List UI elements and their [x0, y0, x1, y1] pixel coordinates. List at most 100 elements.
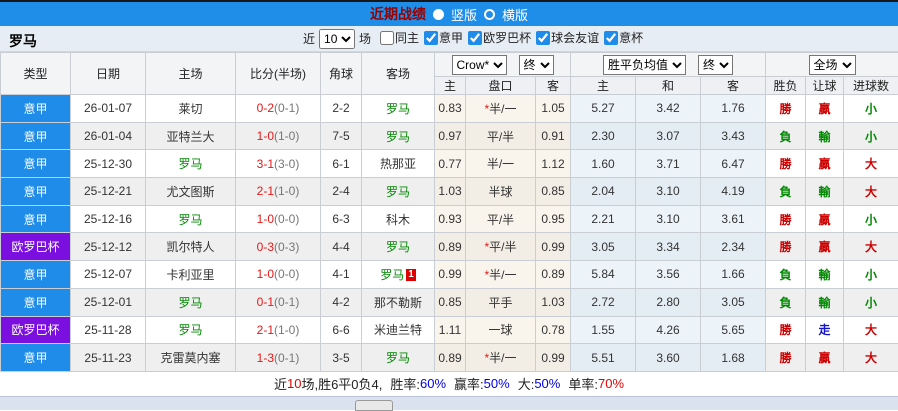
corner-cell: 2-4	[321, 178, 362, 206]
corner-cell: 4-2	[321, 288, 362, 316]
filter-checkbox-label: 欧罗巴杯	[483, 29, 531, 46]
handicap-result-cell: 走	[806, 316, 844, 344]
goals-cell: 小	[844, 205, 898, 233]
scope-header-group: 全场	[766, 53, 898, 77]
filter-checkbox-input-3[interactable]	[536, 31, 550, 45]
corner-cell: 2-2	[321, 95, 362, 123]
sub-header-odds-away: 客	[536, 77, 571, 95]
result-cell: 勝	[766, 150, 806, 178]
summary-big-rate: 50%	[534, 376, 560, 391]
table-row: 欧罗巴杯25-11-28罗马2-1(1-0)6-6米迪兰特1.11一球0.781…	[1, 316, 898, 344]
odds-away-cell: 0.85	[536, 178, 571, 206]
odds-away-cell: 1.12	[536, 150, 571, 178]
filter-bar: 罗马 近 10 场 同主意甲欧罗巴杯球会友谊意杯	[0, 26, 898, 52]
away-team-cell: 罗马	[362, 95, 435, 123]
away-team-cell: 罗马	[362, 233, 435, 261]
avg-draw-cell: 3.10	[636, 178, 701, 206]
avg-home-cell: 5.27	[571, 95, 636, 123]
odds-away-cell: 1.03	[536, 288, 571, 316]
vertical-layout-label[interactable]: 竖版	[451, 5, 477, 24]
result-cell: 勝	[766, 316, 806, 344]
filter-checkbox-4[interactable]: 意杯	[604, 29, 643, 46]
summary-record: 场,胜6平0负4,	[301, 374, 382, 393]
col-header-type: 类型	[1, 53, 71, 95]
next-section-peek	[355, 400, 393, 411]
result-cell: 勝	[766, 95, 806, 123]
avg-home-cell: 1.55	[571, 316, 636, 344]
filter-checkbox-input-4[interactable]	[604, 31, 618, 45]
filter-checkbox-input-1[interactable]	[424, 31, 438, 45]
match-scope-select[interactable]: 全场	[809, 55, 856, 75]
date-cell: 25-12-07	[71, 261, 146, 289]
handicap-result-cell: 輸	[806, 288, 844, 316]
odds-home-cell: 0.89	[435, 344, 466, 372]
avg-away-cell: 4.19	[701, 178, 766, 206]
horizontal-layout-label[interactable]: 横版	[502, 5, 528, 24]
team-name: 罗马	[9, 31, 37, 51]
odds-away-cell: 0.78	[536, 316, 571, 344]
summary-win-rate-label: 胜率:	[390, 374, 420, 393]
filter-checkbox-input-0[interactable]	[380, 31, 394, 45]
goals-cell: 大	[844, 233, 898, 261]
home-team-cell: 罗马	[146, 288, 236, 316]
goals-cell: 大	[844, 316, 898, 344]
avg-type-select[interactable]: 胜平负均值	[603, 55, 686, 75]
avg-draw-cell: 3.10	[636, 205, 701, 233]
corner-cell: 6-1	[321, 150, 362, 178]
avg-away-cell: 1.76	[701, 95, 766, 123]
corner-cell: 3-5	[321, 344, 362, 372]
avg-away-cell: 1.68	[701, 344, 766, 372]
titlebar: 近期战绩 竖版 横版	[0, 2, 898, 26]
filter-checkbox-0[interactable]: 同主	[380, 29, 419, 46]
match-count-select[interactable]: 10	[319, 29, 355, 49]
col-header-score: 比分(半场)	[236, 53, 321, 95]
filter-checkbox-2[interactable]: 欧罗巴杯	[468, 29, 531, 46]
odds-time-select[interactable]: 终	[519, 55, 554, 75]
handicap-cell: *平/半	[466, 233, 536, 261]
home-team-cell: 亚特兰大	[146, 122, 236, 150]
away-team-cell: 罗马	[362, 122, 435, 150]
away-team-cell: 米迪兰特	[362, 316, 435, 344]
date-cell: 25-11-23	[71, 344, 146, 372]
filter-checkbox-label: 意甲	[439, 29, 463, 46]
sub-header-goals: 进球数	[844, 77, 898, 95]
avg-away-cell: 3.61	[701, 205, 766, 233]
avg-home-cell: 2.30	[571, 122, 636, 150]
date-cell: 25-12-21	[71, 178, 146, 206]
bookmaker-select[interactable]: Crow*	[452, 55, 507, 75]
odds-header-group: Crow* 终	[435, 53, 571, 77]
league-cell: 欧罗巴杯	[1, 233, 71, 261]
odds-home-cell: 0.83	[435, 95, 466, 123]
avg-draw-cell: 3.42	[636, 95, 701, 123]
table-row: 意甲25-12-30罗马3-1(3-0)6-1热那亚0.77半/一1.121.6…	[1, 150, 898, 178]
handicap-cell: 平手	[466, 288, 536, 316]
odds-away-cell: 0.89	[536, 261, 571, 289]
result-cell: 勝	[766, 344, 806, 372]
filter-checkbox-3[interactable]: 球会友谊	[536, 29, 599, 46]
result-cell: 勝	[766, 205, 806, 233]
summary-handicap-rate-label: 赢率:	[454, 374, 484, 393]
sub-header-handicap: 盘口	[466, 77, 536, 95]
avg-draw-cell: 4.26	[636, 316, 701, 344]
handicap-result-cell: 贏	[806, 150, 844, 178]
vertical-layout-radio[interactable]	[433, 9, 444, 20]
result-cell: 勝	[766, 233, 806, 261]
near-label: 近	[303, 30, 315, 47]
away-team-cell: 罗马	[362, 344, 435, 372]
home-team-cell: 罗马	[146, 150, 236, 178]
avg-home-cell: 2.21	[571, 205, 636, 233]
corner-cell: 6-3	[321, 205, 362, 233]
avg-draw-cell: 3.34	[636, 233, 701, 261]
table-row: 意甲25-12-01罗马0-1(0-1)4-2那不勒斯0.85平手1.032.7…	[1, 288, 898, 316]
away-team-cell: 热那亚	[362, 150, 435, 178]
avg-time-select[interactable]: 终	[698, 55, 733, 75]
filter-checkbox-1[interactable]: 意甲	[424, 29, 463, 46]
handicap-cell: *半/一	[466, 95, 536, 123]
date-cell: 25-12-01	[71, 288, 146, 316]
horizontal-layout-radio[interactable]	[484, 9, 495, 20]
home-team-cell: 罗马	[146, 205, 236, 233]
filter-checkbox-input-2[interactable]	[468, 31, 482, 45]
table-row: 意甲26-01-07莱切0-2(0-1)2-2罗马0.83*半/一1.055.2…	[1, 95, 898, 123]
corner-cell: 4-1	[321, 261, 362, 289]
home-team-cell: 罗马	[146, 316, 236, 344]
